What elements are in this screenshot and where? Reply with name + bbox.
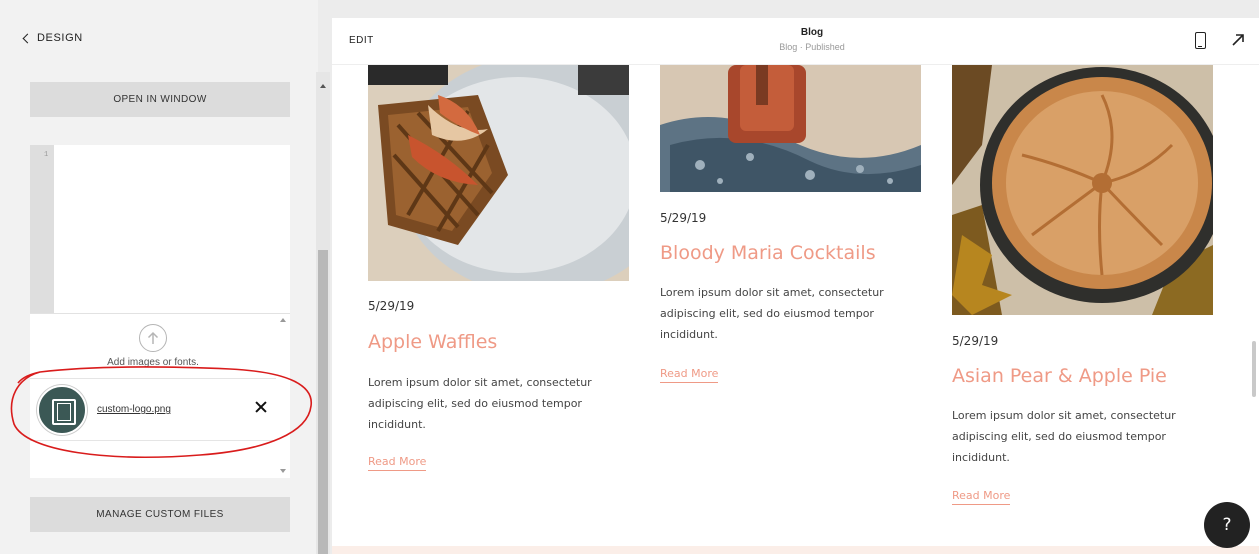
expand-arrow-icon[interactable] [1230,32,1246,48]
back-link-label: DESIGN [37,32,83,44]
post-date: 5/29/19 [660,211,707,225]
scrollbar-thumb[interactable] [318,250,328,554]
logo-inner-shape [57,403,71,421]
preview-topbar: EDIT Blog Blog · Published [332,18,1259,65]
design-sidebar: DESIGN OPEN IN WINDOW 1 Add images or fo… [0,0,318,554]
footer-strip [332,546,1259,554]
post-excerpt: Lorem ipsum dolor sit amet, consectetur … [952,409,1176,464]
scroll-up-icon[interactable] [280,318,286,322]
upload-hint[interactable]: Add images or fonts. [30,357,276,368]
page-title: Blog [800,27,824,38]
post-date: 5/29/19 [952,334,999,348]
read-more-link[interactable]: Read More [660,367,719,383]
post-title[interactable]: Apple Waffles [368,331,497,353]
close-icon[interactable] [253,399,269,415]
scrollbar-thumb[interactable] [1252,341,1256,397]
help-button[interactable]: ? [1204,502,1250,548]
page-status: Blog · Published [779,42,845,52]
preview-scrollbar[interactable] [1249,65,1259,546]
mobile-preview-icon[interactable] [1195,32,1206,49]
files-scrollbar[interactable] [276,314,290,479]
post-image[interactable] [660,65,921,192]
scroll-down-icon[interactable] [280,469,286,473]
read-more-link[interactable]: Read More [952,489,1011,505]
post-image[interactable] [368,65,629,281]
site-preview: EDIT Blog Blog · Published 5/29/19 Apple… [332,18,1259,554]
file-thumbnail [37,385,87,435]
manage-files-label: MANAGE CUSTOM FILES [96,509,224,520]
upload-arrow-icon[interactable] [139,324,167,352]
file-name-link[interactable]: custom-logo.png [97,404,171,415]
post-excerpt: Lorem ipsum dolor sit amet, consectetur … [368,376,592,431]
code-gutter [30,145,54,313]
custom-files-box: Add images or fonts. custom-logo.png [30,313,290,478]
post-title[interactable]: Asian Pear & Apple Pie [952,365,1167,387]
scroll-up-icon[interactable] [320,84,326,88]
read-more-link[interactable]: Read More [368,455,427,471]
chevron-left-icon [22,33,33,44]
custom-file-item[interactable]: custom-logo.png [30,378,276,441]
open-in-window-button[interactable]: OPEN IN WINDOW [30,82,290,117]
post-excerpt: Lorem ipsum dolor sit amet, consectetur … [660,286,884,341]
post-image[interactable] [952,65,1213,315]
css-code-editor[interactable]: 1 [30,145,290,313]
open-in-window-label: OPEN IN WINDOW [113,94,207,105]
post-date: 5/29/19 [368,299,415,313]
post-title[interactable]: Bloody Maria Cocktails [660,242,876,264]
help-label: ? [1222,515,1232,535]
sidebar-scrollbar[interactable] [316,72,330,554]
manage-custom-files-button[interactable]: MANAGE CUSTOM FILES [30,497,290,532]
line-number: 1 [44,151,49,159]
back-to-design-link[interactable]: DESIGN [22,32,83,44]
